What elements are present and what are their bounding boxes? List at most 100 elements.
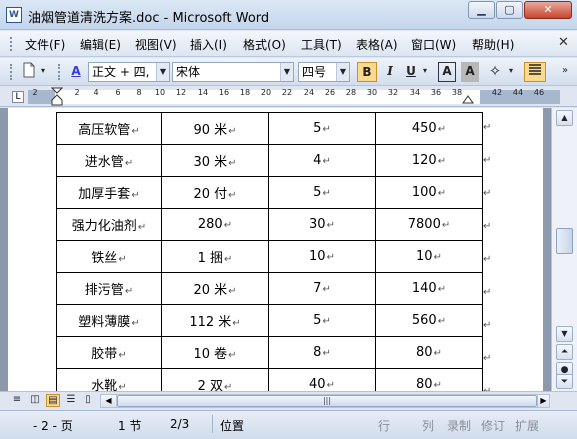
text-effect-chevron-down-icon[interactable]: ▾	[506, 62, 516, 82]
materials-table[interactable]: 高压软管↵ 90 米↵ 5↵ 450↵ 进水管↵ 30 米↵ 4↵ 120↵ 加厚手套↵ 20 付…	[56, 112, 483, 391]
normal-view-icon[interactable]: ≡	[10, 394, 24, 407]
vertical-scroll-thumb[interactable]	[556, 228, 573, 254]
bold-button[interactable]: B	[357, 62, 377, 82]
amount-cell[interactable]: 140↵	[375, 272, 483, 305]
table-row[interactable]: 排污管↵ 20 米↵ 7↵ 140↵	[56, 272, 483, 305]
status-record[interactable]: 录制	[447, 417, 471, 434]
table-row[interactable]: 强力化油剂↵ 280↵ 30↵ 7800↵	[56, 208, 483, 241]
menu-edit[interactable]: 编辑(E)	[80, 36, 121, 53]
item-name-cell[interactable]: 高压软管↵	[56, 112, 162, 145]
status-revision[interactable]: 修订	[481, 417, 505, 434]
amount-cell[interactable]: 100↵	[375, 176, 483, 209]
table-row[interactable]: 塑料薄膜↵ 112 米↵ 5↵ 560↵	[56, 304, 483, 337]
chevron-down-icon[interactable]: ▼	[156, 63, 169, 81]
toolbar-grip[interactable]	[10, 64, 14, 80]
toolbar-overflow-icon[interactable]: »	[558, 62, 572, 82]
outline-view-icon[interactable]: ☰	[64, 394, 78, 407]
italic-button[interactable]: I	[381, 62, 399, 82]
menu-tools[interactable]: 工具(T)	[301, 36, 342, 53]
unit-price-cell[interactable]: 5↵	[268, 176, 376, 209]
status-extend[interactable]: 扩展	[515, 417, 539, 434]
reading-layout-icon[interactable]: ▯	[81, 394, 95, 407]
chevron-down-icon[interactable]: ▼	[280, 63, 293, 81]
menu-file[interactable]: 文件(F)	[25, 36, 65, 53]
menu-view[interactable]: 视图(V)	[135, 36, 177, 53]
underline-button[interactable]: U	[402, 62, 420, 82]
quantity-cell[interactable]: 1 捆↵	[161, 240, 269, 273]
unit-price-cell[interactable]: 30↵	[268, 208, 376, 241]
quantity-cell[interactable]: 20 米↵	[161, 272, 269, 305]
style-combo[interactable]: 正文 + 四, ▼	[88, 62, 170, 82]
amount-cell[interactable]: 450↵	[375, 112, 483, 145]
scroll-down-icon[interactable]: ▼	[556, 326, 573, 342]
text-effect-icon[interactable]: ✧	[484, 62, 506, 82]
paragraph-lines-icon[interactable]	[524, 62, 546, 82]
vertical-scrollbar[interactable]: ▲ ▼ ⏶ ● ⏷	[551, 108, 577, 391]
scroll-up-icon[interactable]: ▲	[556, 110, 573, 126]
item-name-cell[interactable]: 塑料薄膜↵	[56, 304, 162, 337]
status-page-count[interactable]: 2/3	[170, 417, 189, 431]
quantity-cell[interactable]: 10 卷↵	[161, 336, 269, 369]
unit-price-cell[interactable]: 8↵	[268, 336, 376, 369]
status-line[interactable]: 行	[378, 417, 390, 434]
amount-cell[interactable]: 80↵	[375, 336, 483, 369]
unit-price-cell[interactable]: 4↵	[268, 144, 376, 177]
character-shading-button[interactable]: A	[461, 62, 479, 82]
item-name-cell[interactable]: 铁丝↵	[56, 240, 162, 273]
amount-cell[interactable]: 560↵	[375, 304, 483, 337]
table-row[interactable]: 加厚手套↵ 20 付↵ 5↵ 100↵	[56, 176, 483, 209]
print-layout-icon[interactable]: ▤	[46, 394, 60, 407]
horizontal-scrollbar[interactable]: ◀ ||| ▶	[100, 394, 550, 408]
status-section[interactable]: 1 节	[118, 417, 141, 434]
menu-insert[interactable]: 插入(I)	[190, 36, 227, 53]
amount-cell[interactable]: 7800↵	[375, 208, 483, 241]
web-layout-icon[interactable]: ◫	[28, 394, 42, 407]
item-name-cell[interactable]: 排污管↵	[56, 272, 162, 305]
item-name-cell[interactable]: 水靴↵	[56, 368, 162, 391]
table-row[interactable]: 胶带↵ 10 卷↵ 8↵ 80↵	[56, 336, 483, 369]
quantity-cell[interactable]: 112 米↵	[161, 304, 269, 337]
amount-cell[interactable]: 120↵	[375, 144, 483, 177]
unit-price-cell[interactable]: 5↵	[268, 112, 376, 145]
maximize-button[interactable]: ▢	[496, 1, 523, 19]
status-page[interactable]: - 2 - 页	[33, 417, 73, 434]
toolbar-options-icon[interactable]: ▾	[38, 62, 48, 82]
amount-cell[interactable]: 80↵	[375, 368, 483, 391]
quantity-cell[interactable]: 90 米↵	[161, 112, 269, 145]
indent-marker-icon[interactable]	[51, 87, 63, 107]
minimize-button[interactable]: ▁	[468, 1, 495, 19]
status-column[interactable]: 列	[422, 417, 434, 434]
horizontal-scroll-thumb[interactable]: |||	[117, 395, 537, 407]
menu-help[interactable]: 帮助(H)	[472, 36, 514, 53]
unit-price-cell[interactable]: 40↵	[268, 368, 376, 391]
menu-grip[interactable]	[10, 37, 14, 51]
item-name-cell[interactable]: 强力化油剂↵	[56, 208, 162, 241]
item-name-cell[interactable]: 加厚手套↵	[56, 176, 162, 209]
character-border-button[interactable]: A	[438, 62, 456, 82]
tab-selector-button[interactable]: L	[12, 91, 24, 103]
underline-chevron-down-icon[interactable]: ▾	[420, 62, 430, 82]
chevron-down-icon[interactable]: ▼	[336, 63, 349, 81]
horizontal-ruler[interactable]: L 2 2 4 6 8 10 12 14 16 18 20 22 24 26 2…	[0, 87, 577, 107]
menu-window[interactable]: 窗口(W)	[411, 36, 456, 53]
unit-price-cell[interactable]: 5↵	[268, 304, 376, 337]
menu-table[interactable]: 表格(A)	[356, 36, 398, 53]
quantity-cell[interactable]: 30 米↵	[161, 144, 269, 177]
unit-price-cell[interactable]: 10↵	[268, 240, 376, 273]
amount-cell[interactable]: 10↵	[375, 240, 483, 273]
close-document-button[interactable]: ✕	[558, 35, 569, 50]
close-button[interactable]: ✕	[524, 1, 572, 19]
table-row[interactable]: 水靴↵ 2 双↵ 40↵ 80↵	[56, 368, 483, 391]
quantity-cell[interactable]: 20 付↵	[161, 176, 269, 209]
item-name-cell[interactable]: 胶带↵	[56, 336, 162, 369]
word-app-icon[interactable]: W	[6, 7, 22, 23]
item-name-cell[interactable]: 进水管↵	[56, 144, 162, 177]
document-canvas[interactable]: 高压软管↵ 90 米↵ 5↵ 450↵ 进水管↵ 30 米↵ 4↵ 120↵ 加厚手套↵ 20 付…	[0, 108, 551, 391]
toolbar-grip-2[interactable]	[58, 64, 62, 80]
quantity-cell[interactable]: 2 双↵	[161, 368, 269, 391]
table-row[interactable]: 高压软管↵ 90 米↵ 5↵ 450↵	[56, 112, 483, 145]
quantity-cell[interactable]: 280↵	[161, 208, 269, 241]
font-size-combo[interactable]: 四号 ▼	[298, 62, 350, 82]
menu-format[interactable]: 格式(O)	[243, 36, 286, 53]
unit-price-cell[interactable]: 7↵	[268, 272, 376, 305]
